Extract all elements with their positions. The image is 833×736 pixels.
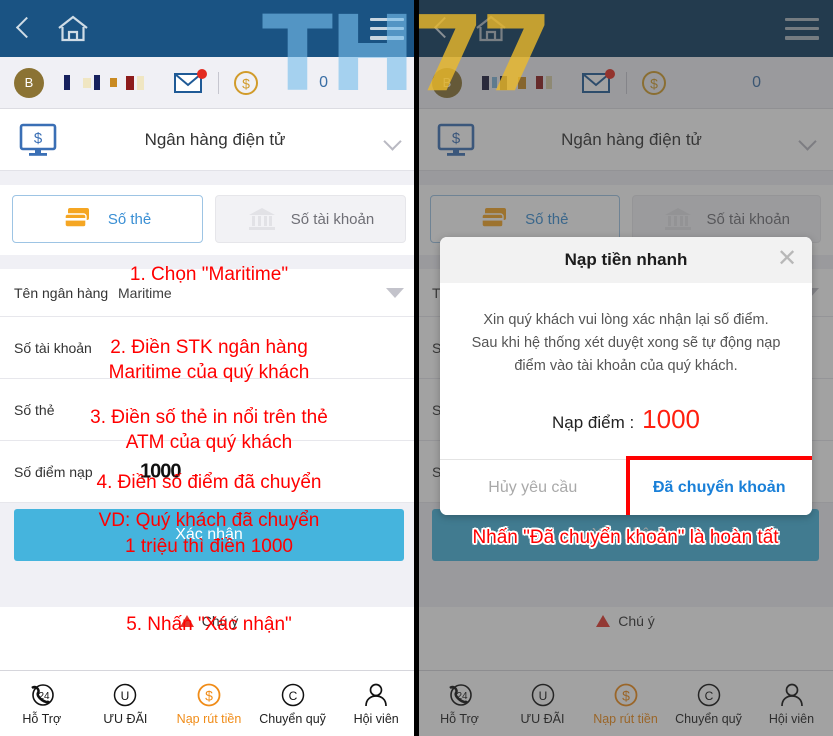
- nav-item-deposit-withdraw-label: Nạp rút tiền: [176, 712, 242, 726]
- modal-header: Nạp tiền nhanh ✕: [440, 237, 812, 283]
- tab-card-number[interactable]: Số thẻ: [12, 195, 203, 243]
- tab-account-number[interactable]: Số tài khoản: [215, 195, 406, 243]
- row-deposit-points[interactable]: Số điểm nạp 1000: [0, 441, 418, 503]
- svg-text:24: 24: [38, 691, 50, 702]
- envelope-icon[interactable]: [174, 68, 207, 94]
- modal-text-line-1: Xin quý khách vui lòng xác nhận lại số đ…: [483, 312, 769, 328]
- panel-divider: [414, 0, 419, 736]
- nav-item-transfer-label: Chuyển quỹ: [259, 712, 326, 726]
- modal-amount-row: Nạp điểm : 1000: [462, 404, 790, 435]
- transferred-confirm-button[interactable]: Đã chuyển khoản: [625, 456, 812, 515]
- note-label: Chú ý: [201, 613, 239, 629]
- bank-icon: [247, 206, 277, 232]
- left-panel: B $ 0 $ Ngân hàng điện tử Số thẻ Số tài …: [0, 0, 418, 736]
- hamburger-icon[interactable]: [370, 17, 404, 40]
- caret-down-icon[interactable]: [386, 287, 404, 298]
- dollar-coin-icon[interactable]: $: [233, 70, 259, 96]
- home-icon[interactable]: [56, 13, 90, 45]
- row-deposit-points-label: Số điểm nạp: [14, 463, 93, 480]
- nav-item-member-label: Hội viên: [353, 712, 399, 726]
- row-card-number-label: Số thẻ: [14, 401, 55, 418]
- chevron-left-icon[interactable]: [14, 14, 34, 44]
- left-section-header[interactable]: $ Ngân hàng điện tử: [0, 109, 418, 171]
- page-title: Ngân hàng điện tử: [144, 129, 286, 149]
- svg-text:$: $: [205, 688, 213, 704]
- spacer: [0, 171, 418, 185]
- modal-body: Xin quý khách vui lòng xác nhận lại số đ…: [440, 283, 812, 459]
- svg-text:$: $: [242, 75, 250, 91]
- tab-account-number-label: Số tài khoản: [290, 210, 375, 228]
- spacer: [0, 255, 418, 269]
- row-bank-name[interactable]: Tên ngân hàng Maritime: [0, 269, 418, 317]
- nav-item-support[interactable]: 24 Hỗ Trợ: [0, 681, 84, 726]
- row-card-number[interactable]: Số thẻ: [0, 379, 418, 441]
- deposit-withdraw-dollar-icon: $: [195, 681, 223, 709]
- left-bottom-nav: 24 Hỗ Trợ U ƯU ĐÃI $ Nạp rút tiền C Chuy…: [0, 670, 418, 736]
- username-masked: [64, 75, 144, 91]
- chevron-down-icon[interactable]: [384, 135, 402, 145]
- row-bank-name-value: Maritime: [118, 284, 172, 301]
- left-form: Tên ngân hàng Maritime Số tài khoản Số t…: [0, 269, 418, 503]
- modal-title: Nạp tiền nhanh: [564, 250, 688, 269]
- modal-amount-label: Nạp điểm :: [551, 413, 635, 432]
- modal-text-line-2: Sau khi hệ thống xét duyệt xong sẽ tự độ…: [471, 335, 781, 351]
- close-icon[interactable]: ✕: [776, 247, 798, 271]
- nav-item-promotion-label: ƯU ĐÃI: [103, 712, 148, 726]
- balance-value: 0: [319, 73, 328, 91]
- confirm-button[interactable]: Xác nhận: [14, 509, 404, 561]
- nav-item-transfer[interactable]: C Chuyển quỹ: [251, 681, 335, 726]
- notification-dot: [197, 68, 207, 79]
- row-bank-name-label: Tên ngân hàng: [14, 284, 109, 301]
- right-panel: B $ 0 $ Ngân hàng điện tử Số thẻ Số tài …: [418, 0, 833, 736]
- left-method-tabs: Số thẻ Số tài khoản: [0, 185, 418, 255]
- modal-text-line-3: điểm vào tài khoản của quý khách.: [514, 358, 738, 374]
- member-person-icon: [362, 681, 390, 709]
- modal-amount-value: 1000: [642, 404, 701, 434]
- left-account-bar: B $ 0: [0, 57, 418, 109]
- nav-item-deposit-withdraw[interactable]: $ Nạp rút tiền: [167, 681, 251, 726]
- transfer-c-icon: C: [279, 681, 307, 709]
- left-topbar: [0, 0, 418, 57]
- svg-text:$: $: [34, 130, 43, 147]
- warning-triangle-icon: [179, 615, 194, 627]
- nav-item-promotion[interactable]: U ƯU ĐÃI: [84, 681, 168, 726]
- row-deposit-points-value[interactable]: 1000: [140, 460, 181, 483]
- spacer: [0, 561, 418, 607]
- svg-text:U: U: [121, 689, 130, 703]
- cancel-request-button[interactable]: Hủy yêu cầu: [440, 460, 627, 515]
- divider: [218, 71, 219, 94]
- promotion-u-icon: U: [111, 681, 139, 709]
- tab-card-number-label: Số thẻ: [107, 210, 152, 228]
- app-screenshot: B $ 0 $ Ngân hàng điện tử Số thẻ Số tài …: [0, 0, 833, 736]
- support-24-icon: 24: [28, 681, 56, 709]
- credit-card-icon: [64, 206, 94, 232]
- row-account-number[interactable]: Số tài khoản: [0, 317, 418, 379]
- note-row: Chú ý: [0, 607, 418, 635]
- avatar[interactable]: B: [14, 67, 44, 98]
- row-account-number-label: Số tài khoản: [14, 339, 92, 356]
- left-confirm-wrap: Xác nhận: [0, 503, 418, 561]
- modal-footer: Hủy yêu cầu Đã chuyển khoản: [440, 456, 812, 515]
- svg-text:C: C: [288, 689, 297, 703]
- nav-item-support-label: Hỗ Trợ: [22, 712, 62, 726]
- quick-deposit-modal: Nạp tiền nhanh ✕ Xin quý khách vui lòng …: [440, 237, 812, 515]
- nav-item-member[interactable]: Hội viên: [334, 681, 418, 726]
